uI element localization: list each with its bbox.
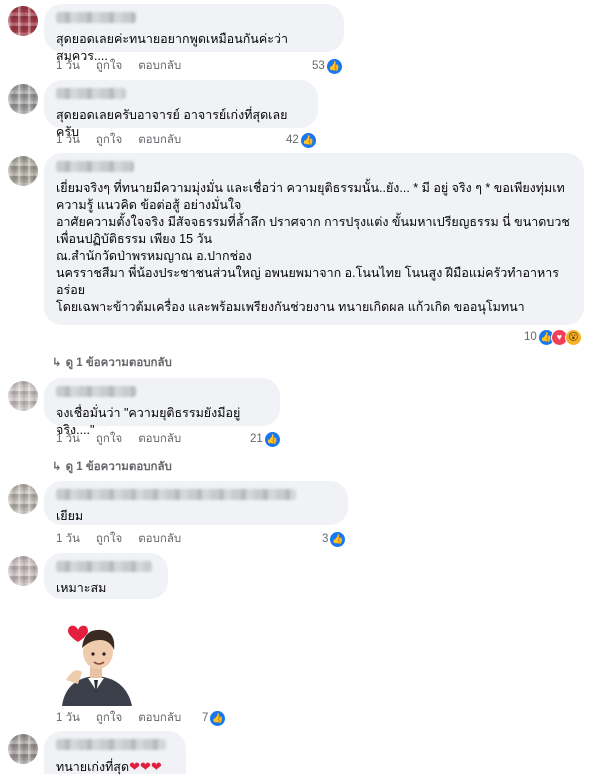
comment-text: ทนายเก่งที่สุด❤❤❤	[56, 759, 162, 774]
like-action[interactable]: ถูกใจ	[96, 60, 122, 72]
commenter-avatar[interactable]	[8, 381, 38, 411]
like-action[interactable]: ถูกใจ	[96, 533, 122, 545]
comment-actions: 1 วัน ถูกใจ ตอบกลับ	[56, 532, 197, 546]
commenter-name-blurred[interactable]	[56, 386, 136, 397]
commenter-avatar[interactable]	[8, 484, 38, 514]
heart-icon: ❤❤❤	[129, 759, 162, 774]
comment-actions: 1 วัน ถูกใจ ตอบกลับ	[56, 711, 197, 725]
comment-actions: 1 วัน ถูกใจ ตอบกลับ	[56, 133, 197, 147]
comment-bubble: เยียม	[44, 481, 348, 525]
commenter-name-blurred[interactable]	[56, 88, 126, 99]
comment-text: เหมาะสม	[56, 581, 107, 595]
comment-bubble: เยี่ยมจริงๆ ที่ทนายมีความมุ่งมั่น และเชื…	[44, 153, 584, 325]
thumbs-up-icon: 👍	[264, 431, 280, 447]
reply-action[interactable]: ตอบกลับ	[138, 533, 181, 545]
commenter-avatar[interactable]	[8, 6, 38, 36]
comment-bubble: จงเชื่อมั่นว่า "ความยุติธรรมยังมีอยู่จริ…	[44, 378, 280, 437]
commenter-name-blurred[interactable]	[56, 561, 152, 572]
comment-actions: 1 วัน ถูกใจ ตอบกลับ	[56, 432, 197, 446]
view-replies-link[interactable]: ↳ ดู 1 ข้อความตอบกลับ	[52, 354, 172, 372]
reply-action[interactable]: ตอบกลับ	[138, 712, 181, 724]
reaction-count[interactable]: 10 👍 ♥ 😮	[524, 328, 582, 346]
reply-arrow-icon: ↳	[52, 461, 62, 473]
reaction-count[interactable]: 21 👍	[250, 431, 280, 447]
comment-bubble: สุดยอดเลยครับอาจารย์ อาจารย์เก่งที่สุดเล…	[44, 80, 318, 139]
sticker-image[interactable]	[52, 618, 140, 706]
reply-action[interactable]: ตอบกลับ	[138, 60, 181, 72]
reply-action[interactable]: ตอบกลับ	[138, 134, 181, 146]
commenter-name-blurred[interactable]	[56, 489, 296, 500]
comment-bubble: สุดยอดเลยค่ะทนายอยากพูดเหมือนกันค่ะว่าสม…	[44, 4, 344, 63]
like-action[interactable]: ถูกใจ	[96, 433, 122, 445]
thumbs-up-icon: 👍	[300, 132, 316, 148]
thumbs-up-icon: 👍	[330, 531, 346, 547]
reply-action[interactable]: ตอบกลับ	[138, 433, 181, 445]
thumbs-up-icon: 👍	[326, 58, 342, 74]
comment-text: เยี่ยมจริงๆ ที่ทนายมีความมุ่งมั่น และเชื…	[56, 181, 570, 314]
commenter-name-blurred[interactable]	[56, 739, 166, 750]
comment-time[interactable]: 1 วัน	[56, 712, 80, 724]
wow-icon: 😮	[564, 328, 582, 346]
reaction-count[interactable]: 3 👍	[322, 531, 346, 547]
comment-actions: 1 วัน ถูกใจ ตอบกลับ	[56, 59, 197, 73]
comment-time[interactable]: 1 วัน	[56, 433, 80, 445]
reaction-count[interactable]: 53 👍	[312, 58, 342, 74]
like-action[interactable]: ถูกใจ	[96, 712, 122, 724]
commenter-avatar[interactable]	[8, 734, 38, 764]
reaction-count[interactable]: 42 👍	[286, 132, 316, 148]
thumbs-up-icon: 👍	[210, 710, 226, 726]
comment-time[interactable]: 1 วัน	[56, 134, 80, 146]
reaction-count[interactable]: 7 👍	[202, 710, 226, 726]
reply-arrow-icon: ↳	[52, 357, 62, 369]
commenter-avatar[interactable]	[8, 556, 38, 586]
comment-time[interactable]: 1 วัน	[56, 533, 80, 545]
comment-bubble: ทนายเก่งที่สุด❤❤❤	[44, 731, 186, 774]
like-action[interactable]: ถูกใจ	[96, 134, 122, 146]
comment-bubble: เหมาะสม	[44, 553, 168, 599]
commenter-avatar[interactable]	[8, 156, 38, 186]
commenter-avatar[interactable]	[8, 84, 38, 114]
comment-text: เยียม	[56, 509, 84, 523]
commenter-name-blurred[interactable]	[56, 12, 136, 23]
commenter-name-blurred[interactable]	[56, 161, 134, 172]
comment-time[interactable]: 1 วัน	[56, 60, 80, 72]
view-replies-link[interactable]: ↳ ดู 1 ข้อความตอบกลับ	[52, 458, 172, 476]
